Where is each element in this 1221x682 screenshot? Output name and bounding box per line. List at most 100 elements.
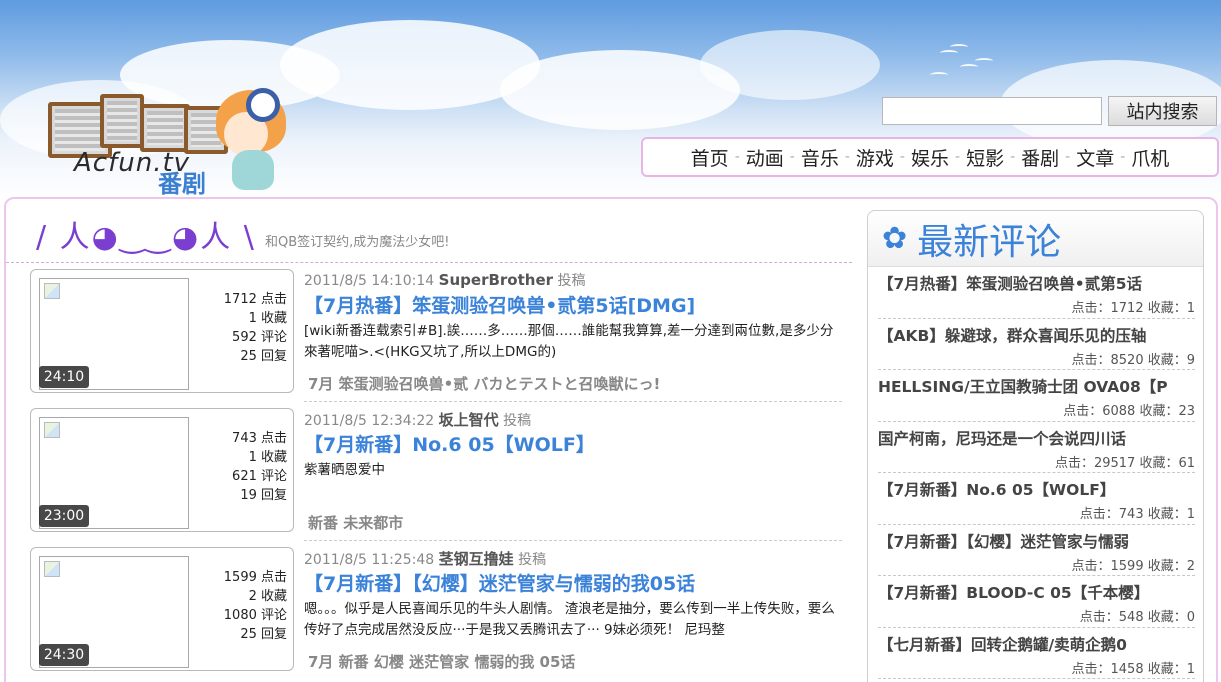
- post-author[interactable]: 茎钢互撸娃: [439, 550, 514, 568]
- comment-item-title[interactable]: 【7月新番】No.6 05【WOLF】: [878, 478, 1194, 500]
- comment-item[interactable]: 【7月新番】No.6 05【WOLF】 点击：743 收藏：1: [878, 473, 1195, 525]
- bird-icon: [975, 58, 993, 64]
- thumbnail-box[interactable]: 24:30 1599 点击 2 收藏 1080 评论 25 回复: [30, 547, 294, 671]
- comment-item-stats: 点击：29517 收藏：61: [1054, 455, 1195, 471]
- nav-item-articles[interactable]: 文章: [1070, 144, 1120, 171]
- stat-comments: 621 评论: [232, 469, 287, 484]
- post-description: [wiki新番连载索引#B].誒……多……那個……誰能幫我算算,差一分達到兩位數…: [304, 323, 834, 360]
- bird-icon: [930, 72, 948, 78]
- bird-icon: [940, 50, 958, 56]
- comment-item-stats: 点击：743 收藏：1: [1079, 507, 1195, 522]
- slogan-face: / 人◕‿‿◕人 \: [36, 220, 256, 255]
- post-stats: 1712 点击 1 收藏 592 评论 25 回复: [224, 290, 287, 366]
- logo-subtext: 番剧: [158, 170, 206, 198]
- comment-item-stats: 点击：1458 收藏：1: [1071, 661, 1196, 677]
- comment-item-title[interactable]: 【7月新番】BLOOD-C 05【千本樱】: [878, 581, 1194, 603]
- mascot-body: [232, 150, 274, 190]
- comment-item-title[interactable]: 【七月新番】回转企鹅罐/卖萌企鹅0: [878, 633, 1194, 655]
- stat-favorites: 1 收藏: [248, 311, 287, 326]
- tv-icon: [140, 104, 190, 152]
- stat-comments: 1080 评论: [223, 608, 287, 623]
- nav-item-shorts[interactable]: 短影: [960, 144, 1010, 171]
- nav-item-music[interactable]: 音乐: [795, 144, 845, 171]
- nav-item-home[interactable]: 首页: [685, 144, 735, 171]
- comment-item-title[interactable]: HELLSING/王立国教骑士团 OVA08【P: [878, 375, 1194, 397]
- comment-item[interactable]: 【7月热番】笨蛋测验召唤兽•贰第5话 点击：1712 收藏：1: [878, 267, 1195, 319]
- sidebar-header: ✿ 最新评论: [868, 211, 1203, 267]
- comment-item-title[interactable]: 【7月热番】笨蛋测验召唤兽•贰第5话: [878, 272, 1194, 294]
- stat-views: 1599 点击: [223, 570, 287, 585]
- post-time: 2011/8/5 11:25:48: [304, 552, 435, 568]
- cloud: [700, 30, 880, 100]
- post-tags[interactable]: 新番 未来都市: [308, 512, 403, 533]
- post-title[interactable]: 【7月新番】No.6 05【WOLF】: [304, 430, 595, 457]
- post-stats: 1599 点击 2 收藏 1080 评论 25 回复: [224, 568, 287, 644]
- comment-item[interactable]: HELLSING/王立国教骑士团 OVA08【P 点击：6088 收藏：23: [878, 370, 1195, 422]
- stat-favorites: 1 收藏: [248, 450, 287, 465]
- thumbnail-box[interactable]: 24:10 1712 点击 1 收藏 592 评论 25 回复: [30, 269, 294, 393]
- comment-item[interactable]: 【7月新番】BLOOD-C 05【千本樱】 点击：548 收藏：0: [878, 576, 1195, 628]
- comment-item-stats: 点击：1599 收藏：2: [1071, 558, 1196, 574]
- post-action: 投稿: [503, 413, 532, 429]
- broken-image-icon: [44, 561, 60, 577]
- flower-icon: ✿: [882, 220, 908, 256]
- search-input[interactable]: [882, 97, 1102, 125]
- comment-item-stats: 点击：6088 收藏：23: [1063, 404, 1195, 419]
- post-description: 嗯。。。似乎是人民喜闻乐见的牛头人剧情。 渣浪老是抽分，要么传到一半上传失败，要…: [304, 601, 835, 638]
- nav-item-mobile[interactable]: 爪机: [1125, 144, 1175, 171]
- sidebar-title: 最新评论: [917, 221, 1062, 263]
- post-author[interactable]: 坂上智代: [439, 411, 499, 429]
- comment-item-stats: 点击：1712 收藏：1: [1071, 301, 1196, 316]
- stat-replies: 25 回复: [240, 349, 287, 364]
- post-meta: 2011/8/5 14:10:14 SuperBrother 投稿: [304, 270, 585, 290]
- bird-icon: [950, 44, 968, 50]
- post-tags[interactable]: 7月 新番 幻樱 迷茫管家 懦弱的我 05话: [308, 651, 575, 672]
- stat-views: 743 点击: [232, 431, 287, 446]
- latest-comments-panel: ✿ 最新评论 【7月热番】笨蛋测验召唤兽•贰第5话 点击：1712 收藏：1 【…: [867, 210, 1204, 682]
- comment-item-title[interactable]: 【7月新番】【幻樱】迷茫管家与懦弱: [878, 530, 1194, 552]
- stat-replies: 25 回复: [240, 627, 287, 642]
- post-action: 投稿: [557, 273, 586, 289]
- nav-item-entertainment[interactable]: 娱乐: [905, 144, 955, 171]
- post-title[interactable]: 【7月新番】【幻樱】迷茫管家与懦弱的我05话: [304, 569, 695, 596]
- post-time: 2011/8/5 12:34:22: [304, 413, 435, 429]
- nav-item-series[interactable]: 番剧: [1015, 144, 1065, 171]
- stat-comments: 592 评论: [232, 330, 287, 345]
- comment-item-title[interactable]: 国产柯南，尼玛还是一个会说四川话: [878, 427, 1194, 449]
- site-logo[interactable]: Acfun.tv 番剧: [44, 84, 294, 198]
- post-card: 24:30 1599 点击 2 收藏 1080 评论 25 回复 2011/8/…: [30, 547, 842, 677]
- comment-item[interactable]: 【7月新番】【幻樱】迷茫管家与懦弱 点击：1599 收藏：2: [878, 525, 1196, 576]
- post-time: 2011/8/5 14:10:14: [304, 273, 435, 289]
- bird-icon: [960, 64, 978, 70]
- post-action: 投稿: [518, 552, 547, 568]
- comment-item[interactable]: 【七月新番】回转企鹅罐/卖萌企鹅0 点击：1458 收藏：1: [878, 628, 1196, 679]
- comment-item-title[interactable]: 【AKB】躲避球，群众喜闻乐见的压轴: [878, 324, 1194, 346]
- nav-item-games[interactable]: 游戏: [850, 144, 900, 171]
- post-description: 紫薯晒恩爱中: [304, 462, 385, 478]
- duration-badge: 24:30: [39, 644, 89, 666]
- post-author[interactable]: SuperBrother: [439, 271, 553, 289]
- comment-item[interactable]: 【AKB】躲避球，群众喜闻乐见的压轴 点击：8520 收藏：9: [878, 319, 1196, 370]
- duration-badge: 23:00: [39, 505, 89, 527]
- search-button[interactable]: 站内搜索: [1108, 96, 1217, 126]
- post-card: 24:10 1712 点击 1 收藏 592 评论 25 回复 2011/8/5…: [30, 269, 842, 399]
- divider: [6, 262, 852, 263]
- thumbnail-box[interactable]: 23:00 743 点击 1 收藏 621 评论 19 回复: [30, 408, 294, 532]
- post-card: 23:00 743 点击 1 收藏 621 评论 19 回复 2011/8/5 …: [30, 408, 842, 538]
- comment-item-stats: 点击：548 收藏：0: [1079, 610, 1195, 625]
- post-meta: 2011/8/5 12:34:22 坂上智代 投稿: [304, 409, 531, 430]
- broken-image-icon: [44, 283, 60, 299]
- comment-item[interactable]: 国产柯南，尼玛还是一个会说四川话 点击：29517 收藏：61: [878, 422, 1195, 473]
- mascot-c-ring-icon: [246, 88, 280, 122]
- slogan-text: 和QB签订契约,成为魔法少女吧!: [265, 235, 450, 250]
- broken-image-icon: [44, 422, 60, 438]
- post-stats: 743 点击 1 收藏 621 评论 19 回复: [232, 429, 287, 505]
- post-meta: 2011/8/5 11:25:48 茎钢互撸娃 投稿: [304, 548, 546, 569]
- nav-item-animation[interactable]: 动画: [740, 144, 790, 171]
- post-divider: [304, 540, 842, 541]
- post-title[interactable]: 【7月热番】笨蛋测验召唤兽•贰第5话[DMG]: [304, 291, 695, 318]
- stat-views: 1712 点击: [223, 292, 287, 307]
- post-divider: [304, 401, 842, 402]
- post-tags[interactable]: 7月 笨蛋测验召唤兽•贰 バカとテストと召喚獣にっ!: [308, 373, 660, 394]
- comment-item-stats: 点击：8520 收藏：9: [1071, 352, 1196, 368]
